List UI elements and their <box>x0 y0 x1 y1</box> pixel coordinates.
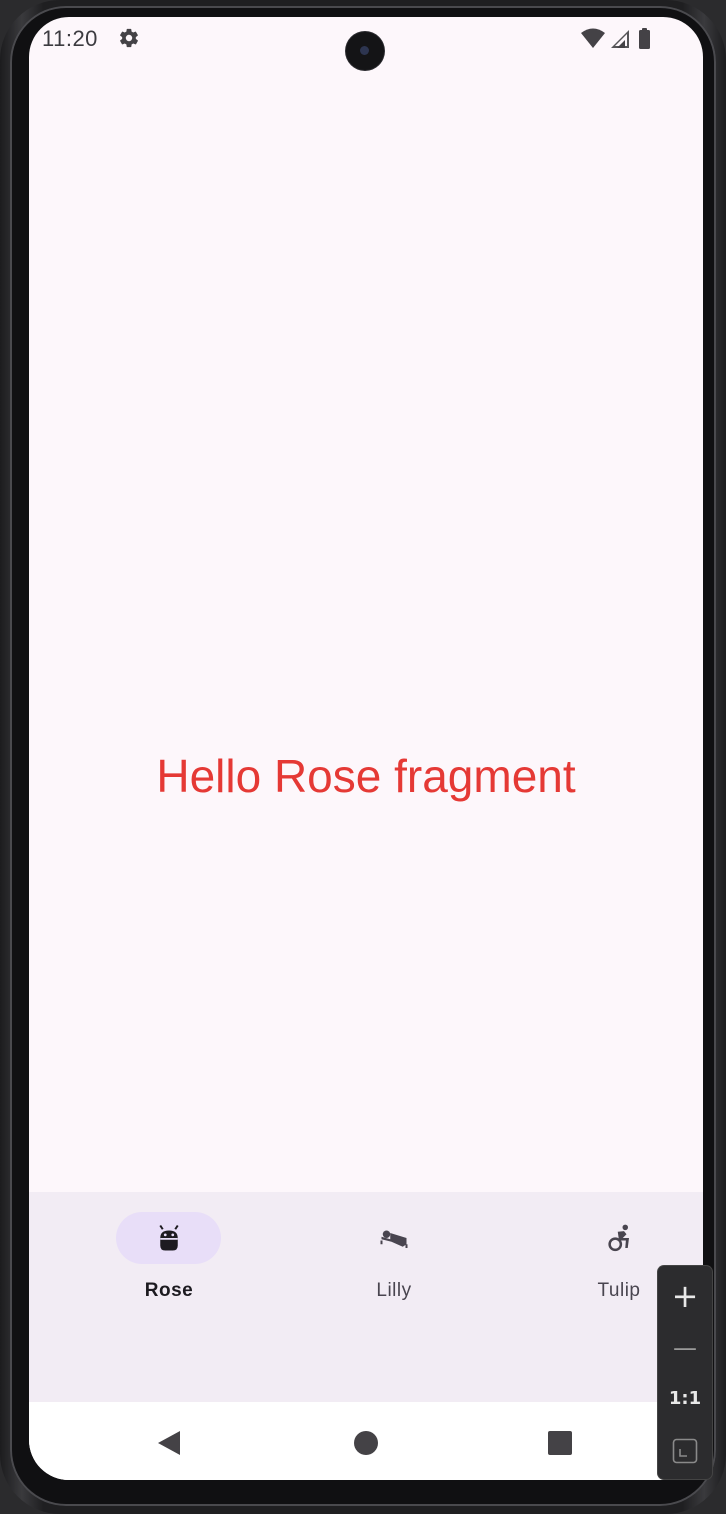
recents-icon[interactable] <box>547 1430 573 1456</box>
actual-size-button[interactable]: 1:1 <box>658 1374 712 1424</box>
fit-screen-button[interactable] <box>658 1426 712 1476</box>
wifi-icon <box>581 28 605 48</box>
android-icon <box>159 1224 179 1251</box>
back-icon[interactable] <box>156 1430 182 1456</box>
zoom-in-button[interactable]: + <box>658 1271 712 1321</box>
nav-item-rose[interactable]: Rose <box>94 1212 244 1312</box>
hotel-bed-icon <box>380 1230 408 1248</box>
battery-icon <box>639 28 650 49</box>
nav-item-lilly[interactable]: Lilly <box>319 1212 469 1312</box>
status-icons-group <box>581 28 650 49</box>
bottom-navigation-bar: Rose Lilly Tulip <box>29 1192 703 1402</box>
settings-icon <box>120 28 138 48</box>
nav-label-rose: Rose <box>144 1280 194 1301</box>
device-frame: 11:20 Hello Rose fragment Rose Lilly Tul… <box>0 0 726 1514</box>
phone-screen: 11:20 Hello Rose fragment Rose Lilly Tul… <box>29 17 703 1480</box>
emulator-zoom-controls: + — 1:1 <box>658 1266 712 1479</box>
status-bar: 11:20 <box>29 17 703 70</box>
status-time: 11:20 <box>42 26 98 51</box>
nav-label-lilly: Lilly <box>376 1280 412 1301</box>
system-navigation-bar <box>29 1402 703 1480</box>
fragment-message: Hello Rose fragment <box>156 750 576 802</box>
home-icon[interactable] <box>353 1430 379 1456</box>
fragment-container: Hello Rose fragment <box>29 61 703 1192</box>
signal-icon <box>611 30 629 48</box>
fit-screen-icon <box>672 1438 698 1464</box>
accessible-forward-icon <box>608 1224 629 1252</box>
zoom-out-button[interactable]: — <box>658 1323 712 1373</box>
